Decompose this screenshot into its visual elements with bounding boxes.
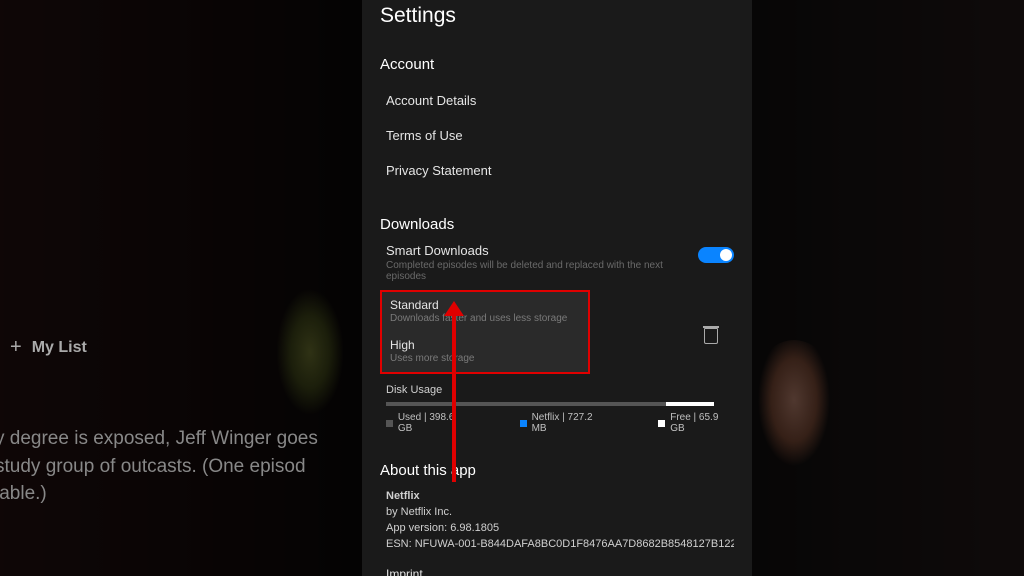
settings-panel: Settings Account Account Details Terms o… [362, 0, 752, 576]
disk-usage-free-portion [666, 402, 714, 406]
disk-usage-label: Disk Usage [380, 384, 734, 396]
page-title: Settings [380, 4, 734, 28]
about-esn: ESN: NFUWA-001-B844DAFA8BC0D1F8476AA7D86… [386, 537, 734, 553]
quality-option-standard[interactable]: Standard Downloads faster and uses less … [380, 290, 590, 332]
my-list-button[interactable]: + My List [10, 336, 87, 359]
disk-free-label: Free | 65.9 GB [670, 412, 734, 434]
account-details-item[interactable]: Account Details [380, 83, 734, 118]
background-face-right [744, 340, 844, 490]
account-section-header: Account [380, 56, 734, 73]
quality-option-high[interactable]: High Uses more storage [380, 332, 590, 374]
terms-of-use-item[interactable]: Terms of Use [380, 118, 734, 153]
disk-netflix-label: Netflix | 727.2 MB [532, 412, 609, 434]
delete-downloads-icon[interactable] [704, 328, 718, 344]
about-publisher: by Netflix Inc. [386, 505, 734, 521]
background-description: y degree is exposed, Jeff Winger goes st… [0, 425, 318, 508]
video-quality-dropdown[interactable]: Standard Downloads faster and uses less … [380, 290, 590, 374]
annotation-arrow [452, 314, 456, 482]
quality-high-desc: Uses more storage [390, 353, 580, 364]
disk-usage-bar [386, 402, 714, 406]
about-section-header: About this app [380, 462, 734, 479]
disk-usage-legend: Used | 398.6 GB Netflix | 727.2 MB Free … [380, 412, 734, 434]
disk-used-label: Used | 398.6 GB [398, 412, 470, 434]
smart-downloads-title: Smart Downloads [380, 243, 698, 258]
downloads-section-header: Downloads [380, 216, 734, 233]
quality-standard-desc: Downloads faster and uses less storage [390, 313, 580, 324]
about-app-name: Netflix [386, 489, 734, 505]
quality-high-title: High [390, 338, 580, 352]
quality-standard-title: Standard [390, 298, 580, 312]
smart-downloads-desc: Completed episodes will be deleted and r… [380, 260, 698, 282]
about-version: App version: 6.98.1805 [386, 521, 734, 537]
plus-icon: + [10, 336, 22, 359]
my-list-label: My List [32, 339, 87, 357]
imprint-item[interactable]: Imprint [380, 557, 734, 576]
smart-downloads-toggle[interactable] [698, 247, 734, 263]
privacy-statement-item[interactable]: Privacy Statement [380, 153, 734, 188]
